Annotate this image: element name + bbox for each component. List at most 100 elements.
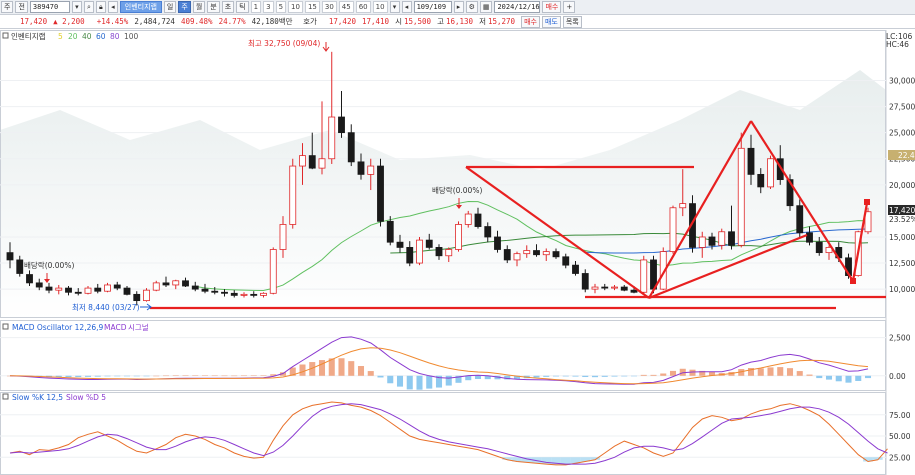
- hc-label: HC:46: [886, 40, 909, 49]
- macd-osc-bar: [601, 375, 608, 377]
- candle-body: [581, 273, 589, 290]
- candle-body: [182, 280, 189, 287]
- macd-osc-bar: [562, 375, 569, 377]
- interval-dropdown-icon[interactable]: ▾: [389, 1, 400, 13]
- macd-osc-bar: [153, 375, 160, 377]
- volume: 2,484,724: [134, 17, 175, 26]
- macd-osc-bar: [357, 366, 365, 376]
- macd-osc-bar: [825, 375, 833, 380]
- macd-osc-bar: [65, 375, 72, 378]
- open-label: 시: [395, 17, 402, 26]
- macd-osc-bar: [621, 375, 628, 377]
- buy-button[interactable]: 매수: [542, 1, 562, 13]
- stock-name-button[interactable]: 인벤티지랩: [119, 1, 162, 13]
- lock-icon[interactable]: 🔒︎: [95, 1, 106, 13]
- speaker-icon[interactable]: ◂: [107, 1, 118, 13]
- interval-15[interactable]: 15: [304, 1, 320, 13]
- main-y-axis: 30,00027,50025,00022,50020,00015,00012,5…: [889, 77, 915, 295]
- prev-icon[interactable]: ◂: [401, 1, 412, 13]
- dropdown-arrow-icon[interactable]: ▾: [71, 1, 82, 13]
- candle-body: [162, 282, 170, 286]
- stoch-y-tick: 50.00: [889, 432, 911, 441]
- interval-1[interactable]: 1: [250, 1, 262, 13]
- type-selector[interactable]: 전: [15, 1, 28, 13]
- macd-osc-bar: [806, 374, 813, 376]
- search-icon[interactable]: ⌕: [83, 1, 94, 13]
- candle-body: [367, 165, 375, 175]
- count-input[interactable]: 109/109: [413, 1, 452, 13]
- interval-custom[interactable]: 10: [372, 1, 388, 13]
- trend-end-marker-bottom: [850, 278, 856, 284]
- candle-body: [542, 251, 550, 256]
- candle-body: [55, 287, 63, 291]
- y-tick-label: 27,500: [889, 103, 915, 112]
- current-price-tag: 17,420: [889, 206, 915, 215]
- candle-body: [445, 249, 453, 257]
- interval-45[interactable]: 45: [338, 1, 354, 13]
- add-icon[interactable]: +: [563, 1, 576, 13]
- macd-osc-bar: [757, 368, 764, 376]
- candle-body: [630, 289, 638, 293]
- macd-osc-bar: [426, 375, 433, 389]
- y-tick-label: 30,000: [889, 77, 915, 86]
- macd-y-tick: 0.00: [889, 372, 906, 381]
- sell-order-button[interactable]: 매도: [541, 15, 561, 28]
- candle-body: [377, 165, 384, 222]
- period-second[interactable]: 초: [221, 1, 235, 13]
- period-month[interactable]: 월: [192, 1, 206, 13]
- macd-osc-bar: [777, 367, 784, 376]
- macd-osc-bar: [864, 375, 872, 379]
- candle-body: [191, 285, 199, 290]
- candle-body: [133, 293, 141, 302]
- period-week[interactable]: 주: [178, 1, 191, 13]
- legend-ma-40: 40: [82, 32, 92, 41]
- candle-body: [435, 247, 443, 257]
- period-minute[interactable]: 분: [207, 1, 220, 13]
- stoch-legend[interactable]: Slow %K 12,5 Slow %D 5: [2, 393, 106, 402]
- chart-svg[interactable]: 30,00027,50025,00022,50020,00015,00012,5…: [0, 30, 915, 475]
- macd-osc-bar: [767, 367, 774, 376]
- candle-body: [328, 116, 336, 160]
- candle-body: [484, 226, 492, 238]
- stoch-legend-d: Slow %D 5: [66, 393, 106, 402]
- candle-body: [767, 158, 774, 188]
- annotation-low: 최저 8,440 (03/27): [72, 302, 140, 312]
- candle-body: [357, 161, 365, 175]
- macd-osc-bar: [114, 375, 121, 377]
- candle-body: [513, 253, 521, 261]
- interval-30[interactable]: 30: [321, 1, 337, 13]
- calendar-icon[interactable]: ▦: [479, 1, 493, 13]
- period-tick[interactable]: 틱: [236, 1, 249, 13]
- date-input[interactable]: 2024/12/16: [494, 1, 541, 13]
- candle-body: [474, 213, 482, 227]
- macd-osc-bar: [75, 375, 82, 378]
- stock-code-input[interactable]: 389470: [29, 1, 70, 13]
- ask-price: 17,420: [328, 17, 356, 26]
- interval-60[interactable]: 60: [355, 1, 371, 13]
- legend-ma-5: 5: [58, 32, 63, 41]
- macd-osc-bar: [845, 375, 852, 383]
- period-day[interactable]: 일: [163, 1, 177, 13]
- candle-body: [494, 236, 501, 250]
- buy-order-button[interactable]: 매수: [521, 15, 540, 28]
- candle-body: [562, 256, 570, 266]
- macd-osc-bar: [133, 375, 140, 377]
- candle-body: [35, 282, 43, 288]
- candle-body: [143, 289, 150, 302]
- list-button[interactable]: 목록: [562, 15, 582, 28]
- price-change: ▲ 2,200: [53, 17, 85, 26]
- interval-5[interactable]: 5: [275, 1, 287, 13]
- interval-3[interactable]: 3: [263, 1, 274, 13]
- interval-10[interactable]: 10: [288, 1, 303, 13]
- mode-selector[interactable]: 주: [1, 1, 14, 13]
- next-icon[interactable]: ▸: [453, 1, 464, 13]
- candle-body: [113, 284, 121, 289]
- main-legend[interactable]: 인벤티지랩 5 20 40 60 80 100: [2, 31, 139, 41]
- macd-legend-title: MACD Oscillator 12,26,9: [12, 323, 103, 332]
- candle-body: [611, 286, 618, 289]
- quote-bar: 17,420 ▲ 2,200 +14.45% 2,484,724 409.48%…: [0, 15, 915, 29]
- macd-osc-bar: [104, 375, 111, 377]
- settings-icon[interactable]: ⚙: [465, 1, 478, 13]
- macd-osc-bar: [94, 375, 101, 377]
- chart-area[interactable]: 30,00027,50025,00022,50020,00015,00012,5…: [0, 30, 915, 475]
